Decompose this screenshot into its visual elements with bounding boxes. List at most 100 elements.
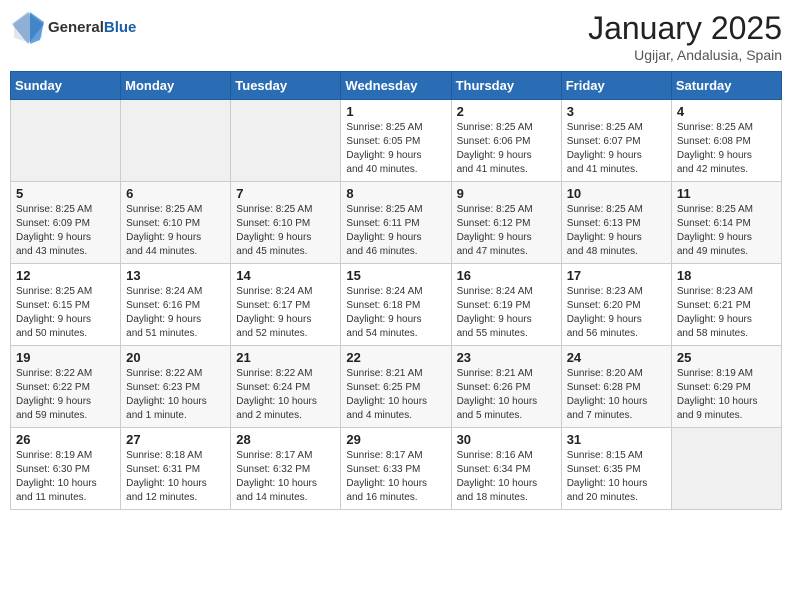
calendar-cell <box>11 100 121 182</box>
day-info: Sunrise: 8:22 AM Sunset: 6:23 PM Dayligh… <box>126 367 225 423</box>
weekday-header-wednesday: Wednesday <box>341 72 451 100</box>
day-info: Sunrise: 8:25 AM Sunset: 6:08 PM Dayligh… <box>677 121 776 177</box>
day-info: Sunrise: 8:24 AM Sunset: 6:16 PM Dayligh… <box>126 285 225 341</box>
calendar-cell: 21 Sunrise: 8:22 AM Sunset: 6:24 PM Dayli… <box>231 346 341 428</box>
day-info: Sunrise: 8:22 AM Sunset: 6:22 PM Dayligh… <box>16 367 115 423</box>
day-info: Sunrise: 8:25 AM Sunset: 6:14 PM Dayligh… <box>677 203 776 259</box>
calendar-cell: 30 Sunrise: 8:16 AM Sunset: 6:34 PM Dayli… <box>451 428 561 510</box>
day-info: Sunrise: 8:19 AM Sunset: 6:29 PM Dayligh… <box>677 367 776 423</box>
day-number: 17 <box>567 268 666 283</box>
day-info: Sunrise: 8:25 AM Sunset: 6:06 PM Dayligh… <box>457 121 556 177</box>
day-info: Sunrise: 8:23 AM Sunset: 6:21 PM Dayligh… <box>677 285 776 341</box>
day-info: Sunrise: 8:21 AM Sunset: 6:25 PM Dayligh… <box>346 367 445 423</box>
logo-icon <box>10 10 46 46</box>
calendar-cell <box>671 428 781 510</box>
day-number: 10 <box>567 186 666 201</box>
calendar-cell: 18 Sunrise: 8:23 AM Sunset: 6:21 PM Dayli… <box>671 264 781 346</box>
day-info: Sunrise: 8:25 AM Sunset: 6:13 PM Dayligh… <box>567 203 666 259</box>
day-info: Sunrise: 8:21 AM Sunset: 6:26 PM Dayligh… <box>457 367 556 423</box>
calendar-cell: 16 Sunrise: 8:24 AM Sunset: 6:19 PM Dayli… <box>451 264 561 346</box>
calendar-cell: 23 Sunrise: 8:21 AM Sunset: 6:26 PM Dayli… <box>451 346 561 428</box>
day-number: 4 <box>677 104 776 119</box>
day-number: 28 <box>236 432 335 447</box>
logo: GeneralBlue <box>10 10 136 46</box>
day-info: Sunrise: 8:20 AM Sunset: 6:28 PM Dayligh… <box>567 367 666 423</box>
day-info: Sunrise: 8:25 AM Sunset: 6:09 PM Dayligh… <box>16 203 115 259</box>
calendar-cell: 15Sunrise: 8:24 AM Sunset: 6:18 PM Dayli… <box>341 264 451 346</box>
day-number: 18 <box>677 268 776 283</box>
day-info: Sunrise: 8:25 AM Sunset: 6:07 PM Dayligh… <box>567 121 666 177</box>
weekday-header-sunday: Sunday <box>11 72 121 100</box>
logo-general: General <box>48 19 104 36</box>
weekday-header-monday: Monday <box>121 72 231 100</box>
day-number: 30 <box>457 432 556 447</box>
day-info: Sunrise: 8:15 AM Sunset: 6:35 PM Dayligh… <box>567 449 666 505</box>
day-number: 13 <box>126 268 225 283</box>
day-number: 9 <box>457 186 556 201</box>
title-block: January 2025 Ugijar, Andalusia, Spain <box>588 10 782 63</box>
calendar-cell: 25Sunrise: 8:19 AM Sunset: 6:29 PM Dayli… <box>671 346 781 428</box>
day-info: Sunrise: 8:22 AM Sunset: 6:24 PM Dayligh… <box>236 367 335 423</box>
calendar-week-row: 26Sunrise: 8:19 AM Sunset: 6:30 PM Dayli… <box>11 428 782 510</box>
day-number: 11 <box>677 186 776 201</box>
day-info: Sunrise: 8:25 AM Sunset: 6:05 PM Dayligh… <box>346 121 445 177</box>
day-info: Sunrise: 8:19 AM Sunset: 6:30 PM Dayligh… <box>16 449 115 505</box>
calendar-cell <box>121 100 231 182</box>
day-number: 1 <box>346 104 445 119</box>
calendar-cell: 31Sunrise: 8:15 AM Sunset: 6:35 PM Dayli… <box>561 428 671 510</box>
day-info: Sunrise: 8:17 AM Sunset: 6:33 PM Dayligh… <box>346 449 445 505</box>
weekday-header-friday: Friday <box>561 72 671 100</box>
day-number: 8 <box>346 186 445 201</box>
month-title: January 2025 <box>588 10 782 47</box>
day-info: Sunrise: 8:25 AM Sunset: 6:15 PM Dayligh… <box>16 285 115 341</box>
day-number: 5 <box>16 186 115 201</box>
day-number: 23 <box>457 350 556 365</box>
calendar-cell: 26Sunrise: 8:19 AM Sunset: 6:30 PM Dayli… <box>11 428 121 510</box>
calendar-week-row: 1 Sunrise: 8:25 AM Sunset: 6:05 PM Daylig… <box>11 100 782 182</box>
calendar-cell: 1 Sunrise: 8:25 AM Sunset: 6:05 PM Daylig… <box>341 100 451 182</box>
logo-blue: Blue <box>104 19 137 36</box>
calendar-week-row: 5 Sunrise: 8:25 AM Sunset: 6:09 PM Daylig… <box>11 182 782 264</box>
calendar-cell: 20 Sunrise: 8:22 AM Sunset: 6:23 PM Dayli… <box>121 346 231 428</box>
day-info: Sunrise: 8:16 AM Sunset: 6:34 PM Dayligh… <box>457 449 556 505</box>
day-number: 27 <box>126 432 225 447</box>
calendar-cell: 22 Sunrise: 8:21 AM Sunset: 6:25 PM Dayli… <box>341 346 451 428</box>
calendar-cell: 6 Sunrise: 8:25 AM Sunset: 6:10 PM Daylig… <box>121 182 231 264</box>
weekday-header-row: SundayMondayTuesdayWednesdayThursdayFrid… <box>11 72 782 100</box>
calendar-cell: 17 Sunrise: 8:23 AM Sunset: 6:20 PM Dayli… <box>561 264 671 346</box>
day-info: Sunrise: 8:25 AM Sunset: 6:10 PM Dayligh… <box>236 203 335 259</box>
day-number: 22 <box>346 350 445 365</box>
day-info: Sunrise: 8:24 AM Sunset: 6:18 PM Dayligh… <box>346 285 445 341</box>
calendar-week-row: 12Sunrise: 8:25 AM Sunset: 6:15 PM Dayli… <box>11 264 782 346</box>
day-number: 20 <box>126 350 225 365</box>
calendar-cell: 8 Sunrise: 8:25 AM Sunset: 6:11 PM Daylig… <box>341 182 451 264</box>
day-number: 6 <box>126 186 225 201</box>
day-info: Sunrise: 8:23 AM Sunset: 6:20 PM Dayligh… <box>567 285 666 341</box>
day-info: Sunrise: 8:24 AM Sunset: 6:19 PM Dayligh… <box>457 285 556 341</box>
calendar-cell: 29Sunrise: 8:17 AM Sunset: 6:33 PM Dayli… <box>341 428 451 510</box>
calendar-cell: 28 Sunrise: 8:17 AM Sunset: 6:32 PM Dayli… <box>231 428 341 510</box>
calendar-cell: 27Sunrise: 8:18 AM Sunset: 6:31 PM Dayli… <box>121 428 231 510</box>
weekday-header-saturday: Saturday <box>671 72 781 100</box>
day-number: 3 <box>567 104 666 119</box>
weekday-header-tuesday: Tuesday <box>231 72 341 100</box>
calendar-cell: 24Sunrise: 8:20 AM Sunset: 6:28 PM Dayli… <box>561 346 671 428</box>
calendar-cell: 7Sunrise: 8:25 AM Sunset: 6:10 PM Daylig… <box>231 182 341 264</box>
day-info: Sunrise: 8:25 AM Sunset: 6:11 PM Dayligh… <box>346 203 445 259</box>
calendar-cell: 2 Sunrise: 8:25 AM Sunset: 6:06 PM Daylig… <box>451 100 561 182</box>
day-number: 16 <box>457 268 556 283</box>
day-number: 21 <box>236 350 335 365</box>
day-info: Sunrise: 8:24 AM Sunset: 6:17 PM Dayligh… <box>236 285 335 341</box>
calendar-cell: 11 Sunrise: 8:25 AM Sunset: 6:14 PM Dayli… <box>671 182 781 264</box>
calendar-cell <box>231 100 341 182</box>
calendar-cell: 13 Sunrise: 8:24 AM Sunset: 6:16 PM Dayli… <box>121 264 231 346</box>
calendar-cell: 3 Sunrise: 8:25 AM Sunset: 6:07 PM Daylig… <box>561 100 671 182</box>
calendar-cell: 19Sunrise: 8:22 AM Sunset: 6:22 PM Dayli… <box>11 346 121 428</box>
day-number: 2 <box>457 104 556 119</box>
day-info: Sunrise: 8:25 AM Sunset: 6:10 PM Dayligh… <box>126 203 225 259</box>
calendar-cell: 9Sunrise: 8:25 AM Sunset: 6:12 PM Daylig… <box>451 182 561 264</box>
day-info: Sunrise: 8:17 AM Sunset: 6:32 PM Dayligh… <box>236 449 335 505</box>
page-header: GeneralBlue January 2025 Ugijar, Andalus… <box>10 10 782 63</box>
weekday-header-thursday: Thursday <box>451 72 561 100</box>
calendar-week-row: 19Sunrise: 8:22 AM Sunset: 6:22 PM Dayli… <box>11 346 782 428</box>
